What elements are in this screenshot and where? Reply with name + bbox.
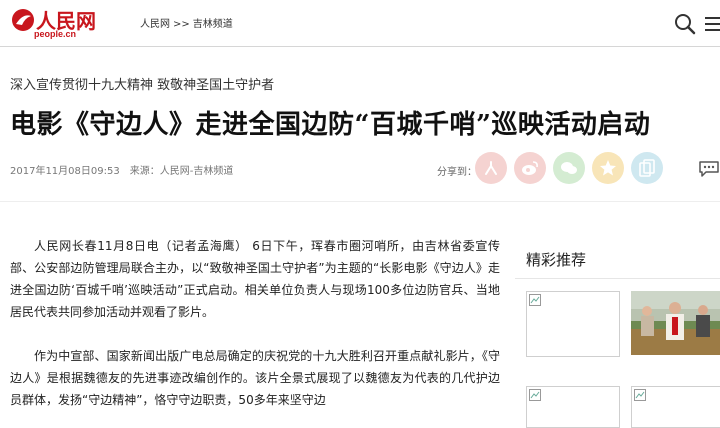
breadcrumb: 人民网 >> 吉林频道 xyxy=(140,15,233,30)
recommend-thumbnail[interactable] xyxy=(526,386,620,428)
weibo-share-icon[interactable] xyxy=(514,152,546,184)
people-glyph-icon xyxy=(485,161,497,175)
article-paragraph: 人民网长春11月8日电（记者孟海鹰） 6日下午，珲春市圈河哨所，由吉林省委宣传部… xyxy=(10,239,500,319)
ceremony-photo xyxy=(631,291,720,355)
broken-image-icon xyxy=(634,389,646,401)
broken-image-icon xyxy=(529,294,541,306)
share-label: 分享到： xyxy=(437,167,477,178)
article-title: 电影《守边人》走进全国边防“百城千哨”巡映活动启动 xyxy=(10,110,651,140)
site-header: 人民网 people.cn 人民网 >> 吉林频道 xyxy=(0,0,720,47)
qzone-share-icon[interactable] xyxy=(592,152,624,184)
article-paragraph: 作为中宣部、国家新闻出版广电总局确定的庆祝党的十九大胜利召开重点献礼影片，《守边… xyxy=(10,349,500,407)
people-share-icon[interactable] xyxy=(475,152,507,184)
article-source: 来源：人民网-吉林频道 xyxy=(129,166,234,177)
comment-icon[interactable] xyxy=(698,160,720,178)
star-glyph-icon xyxy=(600,160,616,176)
recommend-photo-thumbnail[interactable] xyxy=(631,291,720,355)
wechat-share-icon[interactable] xyxy=(553,152,585,184)
recommend-thumbnail[interactable] xyxy=(526,291,620,357)
breadcrumb-home-link[interactable]: 人民网 xyxy=(140,19,170,30)
wechat-glyph-icon xyxy=(561,162,577,174)
copy-glyph-icon xyxy=(639,159,655,177)
article-meta: 2017年11月08日09:53 来源：人民网-吉林频道 xyxy=(10,162,233,177)
article-kicker: 深入宣传贯彻十九大精神 致敬神圣国土守护者 xyxy=(10,78,275,93)
logo-mark-icon xyxy=(12,9,34,31)
broken-image-icon xyxy=(529,389,541,401)
logo-domain: people.cn xyxy=(34,29,77,39)
search-icon[interactable] xyxy=(674,13,696,35)
publish-date: 2017年11月08日09:53 xyxy=(10,166,120,177)
breadcrumb-separator: >> xyxy=(173,19,190,30)
divider xyxy=(0,201,720,202)
weibo-glyph-icon xyxy=(522,161,538,175)
copy-link-icon[interactable] xyxy=(631,152,663,184)
menu-icon[interactable] xyxy=(705,16,720,32)
sidebar-divider xyxy=(515,278,720,279)
recommend-thumbnail[interactable] xyxy=(631,386,720,428)
sidebar-title: 精彩推荐 xyxy=(526,251,587,269)
people-logo[interactable]: 人民网 people.cn xyxy=(10,5,130,41)
breadcrumb-channel-link[interactable]: 吉林频道 xyxy=(193,19,233,30)
